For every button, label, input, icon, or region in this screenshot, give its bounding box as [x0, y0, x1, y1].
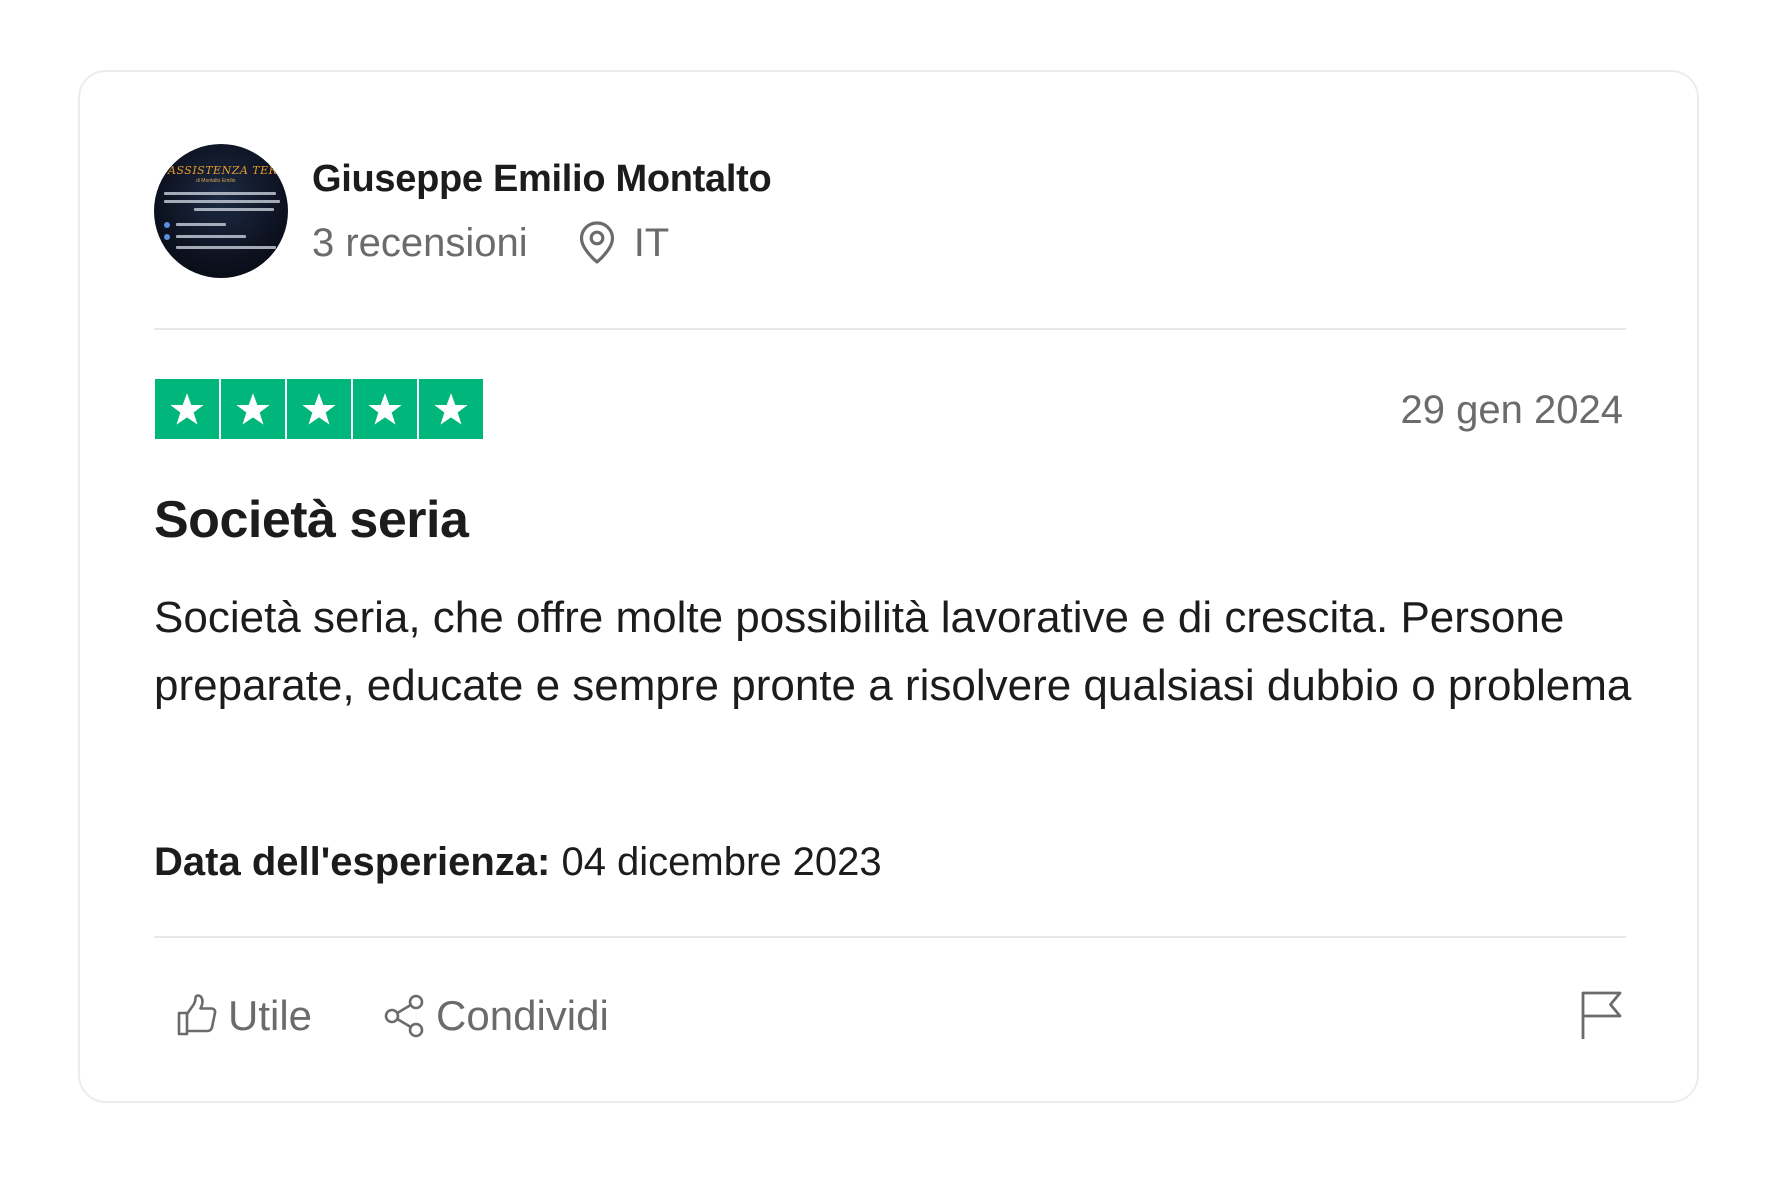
share-button[interactable]: Condividi	[382, 992, 609, 1040]
star-icon	[419, 379, 483, 439]
footer-divider	[154, 936, 1626, 938]
avatar-detail-dot	[164, 234, 170, 240]
useful-button[interactable]: Utile	[176, 992, 312, 1040]
avatar-detail-line	[164, 200, 280, 203]
experience-date: Data dell'esperienza: 04 dicembre 2023	[154, 838, 882, 886]
consumer-info: ASSISTENZA TERMO di Montalto Emilio Gius…	[154, 144, 772, 278]
avatar-detail-line	[164, 192, 276, 195]
experience-date-label: Data dell'esperienza:	[154, 840, 551, 884]
avatar-logo-text: ASSISTENZA TERMO	[168, 164, 288, 177]
consumer-meta: 3 recensioni IT	[312, 221, 771, 265]
star-icon	[287, 379, 351, 439]
thumbs-up-icon	[176, 994, 220, 1038]
header-divider	[154, 328, 1626, 330]
flag-icon[interactable]	[1579, 990, 1623, 1040]
review-title: Società seria	[154, 491, 469, 549]
review-body: Società seria, che offre molte possibili…	[154, 593, 1632, 710]
star-icon	[221, 379, 285, 439]
avatar-detail-line	[194, 208, 274, 211]
review-actions: Utile Condividi	[176, 992, 609, 1040]
avatar-detail-line	[176, 223, 226, 226]
avatar-detail-line	[176, 246, 276, 249]
avatar-detail-line	[176, 235, 246, 238]
useful-label: Utile	[228, 992, 313, 1039]
map-pin-icon	[578, 221, 616, 265]
star-icon	[353, 379, 417, 439]
share-icon	[382, 993, 428, 1039]
share-label: Condividi	[436, 992, 609, 1039]
reviews-count: 3 recensioni	[312, 221, 528, 265]
avatar-logo-subtext: di Montalto Emilio	[196, 178, 236, 184]
star-rating	[155, 379, 483, 439]
consumer-name[interactable]: Giuseppe Emilio Montalto	[312, 157, 772, 201]
star-icon	[155, 379, 219, 439]
consumer-country: IT	[633, 221, 670, 265]
avatar-detail-dot	[164, 222, 170, 228]
experience-date-value: 04 dicembre 2023	[550, 840, 882, 884]
avatar[interactable]: ASSISTENZA TERMO di Montalto Emilio	[154, 144, 288, 278]
review-date: 29 gen 2024	[1400, 388, 1623, 432]
review-card: ASSISTENZA TERMO di Montalto Emilio Gius…	[78, 70, 1699, 1103]
